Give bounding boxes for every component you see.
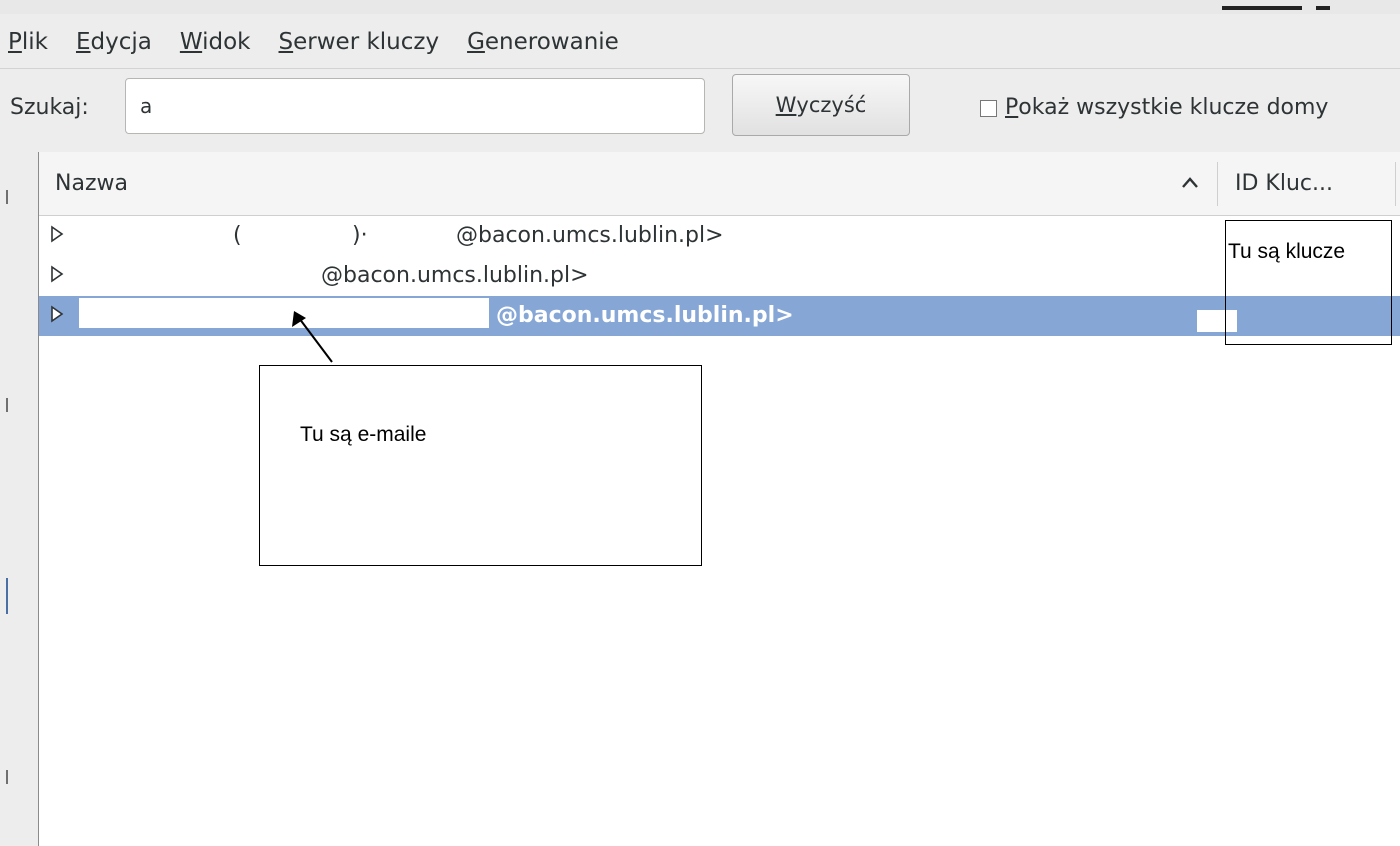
menu-bar: Plik Edycja Widok Serwer kluczy Generowa…: [0, 18, 1400, 66]
annotation-emails-note: Tu są e-maile: [300, 423, 427, 446]
gutter-mark: [6, 398, 8, 412]
column-divider[interactable]: [1217, 162, 1218, 206]
row-email: @bacon.umcs.lublin.pl>: [496, 303, 794, 328]
show-all-mnemonic: P: [1005, 95, 1019, 120]
menu-file[interactable]: Plik: [0, 18, 58, 66]
row-text: (: [233, 223, 242, 248]
show-all-keys-toggle[interactable]: Pokaż wszystkie klucze domy: [980, 88, 1328, 128]
expand-triangle-icon[interactable]: [50, 265, 64, 283]
row-email: @bacon.umcs.lublin.pl>: [321, 263, 589, 288]
clear-button-mnemonic: W: [775, 93, 797, 117]
gutter-mark: [6, 770, 8, 784]
show-all-checkbox[interactable]: [980, 99, 997, 117]
annotation-box-keys: [1225, 220, 1392, 345]
sort-ascending-icon[interactable]: [1179, 172, 1201, 194]
key-list[interactable]: Nazwa ID Kluc... ( )· @bacon.umcs.lublin…: [39, 152, 1400, 846]
clear-button-label: yczyść: [796, 93, 867, 117]
annotation-box-emails: [259, 365, 702, 566]
row-email: @bacon.umcs.lublin.pl>: [456, 223, 724, 248]
gutter-mark: [6, 190, 8, 204]
column-divider[interactable]: [1395, 162, 1396, 206]
menu-generate[interactable]: Generowanie: [459, 18, 629, 66]
title-bar-fragment: [0, 0, 1400, 14]
menu-edit[interactable]: Edycja: [68, 18, 162, 66]
menu-keyserver[interactable]: Serwer kluczy: [271, 18, 450, 66]
key-row-selected[interactable]: @bacon.umcs.lublin.pl>: [39, 296, 1400, 336]
gutter-mark: [6, 578, 8, 614]
key-row[interactable]: ( )· @bacon.umcs.lublin.pl>: [39, 216, 1400, 256]
expand-triangle-icon[interactable]: [50, 225, 64, 243]
show-all-label: okaż wszystkie klucze domy: [1018, 95, 1329, 120]
expand-triangle-icon[interactable]: [50, 305, 64, 323]
key-list-header: Nazwa ID Kluc...: [39, 152, 1400, 216]
menu-view[interactable]: Widok: [172, 18, 261, 66]
row-text: )·: [352, 223, 368, 248]
search-input[interactable]: [125, 78, 705, 134]
menu-separator: [0, 68, 1400, 69]
column-header-key-id[interactable]: ID Kluc...: [1235, 152, 1333, 216]
redaction: [79, 298, 489, 328]
clear-button[interactable]: Wyczyść: [732, 74, 910, 136]
annotation-keys-note: Tu są klucze: [1228, 240, 1346, 264]
search-label: Szukaj:: [10, 95, 89, 120]
key-row[interactable]: @bacon.umcs.lublin.pl>: [39, 256, 1400, 296]
column-header-name[interactable]: Nazwa: [55, 152, 128, 216]
